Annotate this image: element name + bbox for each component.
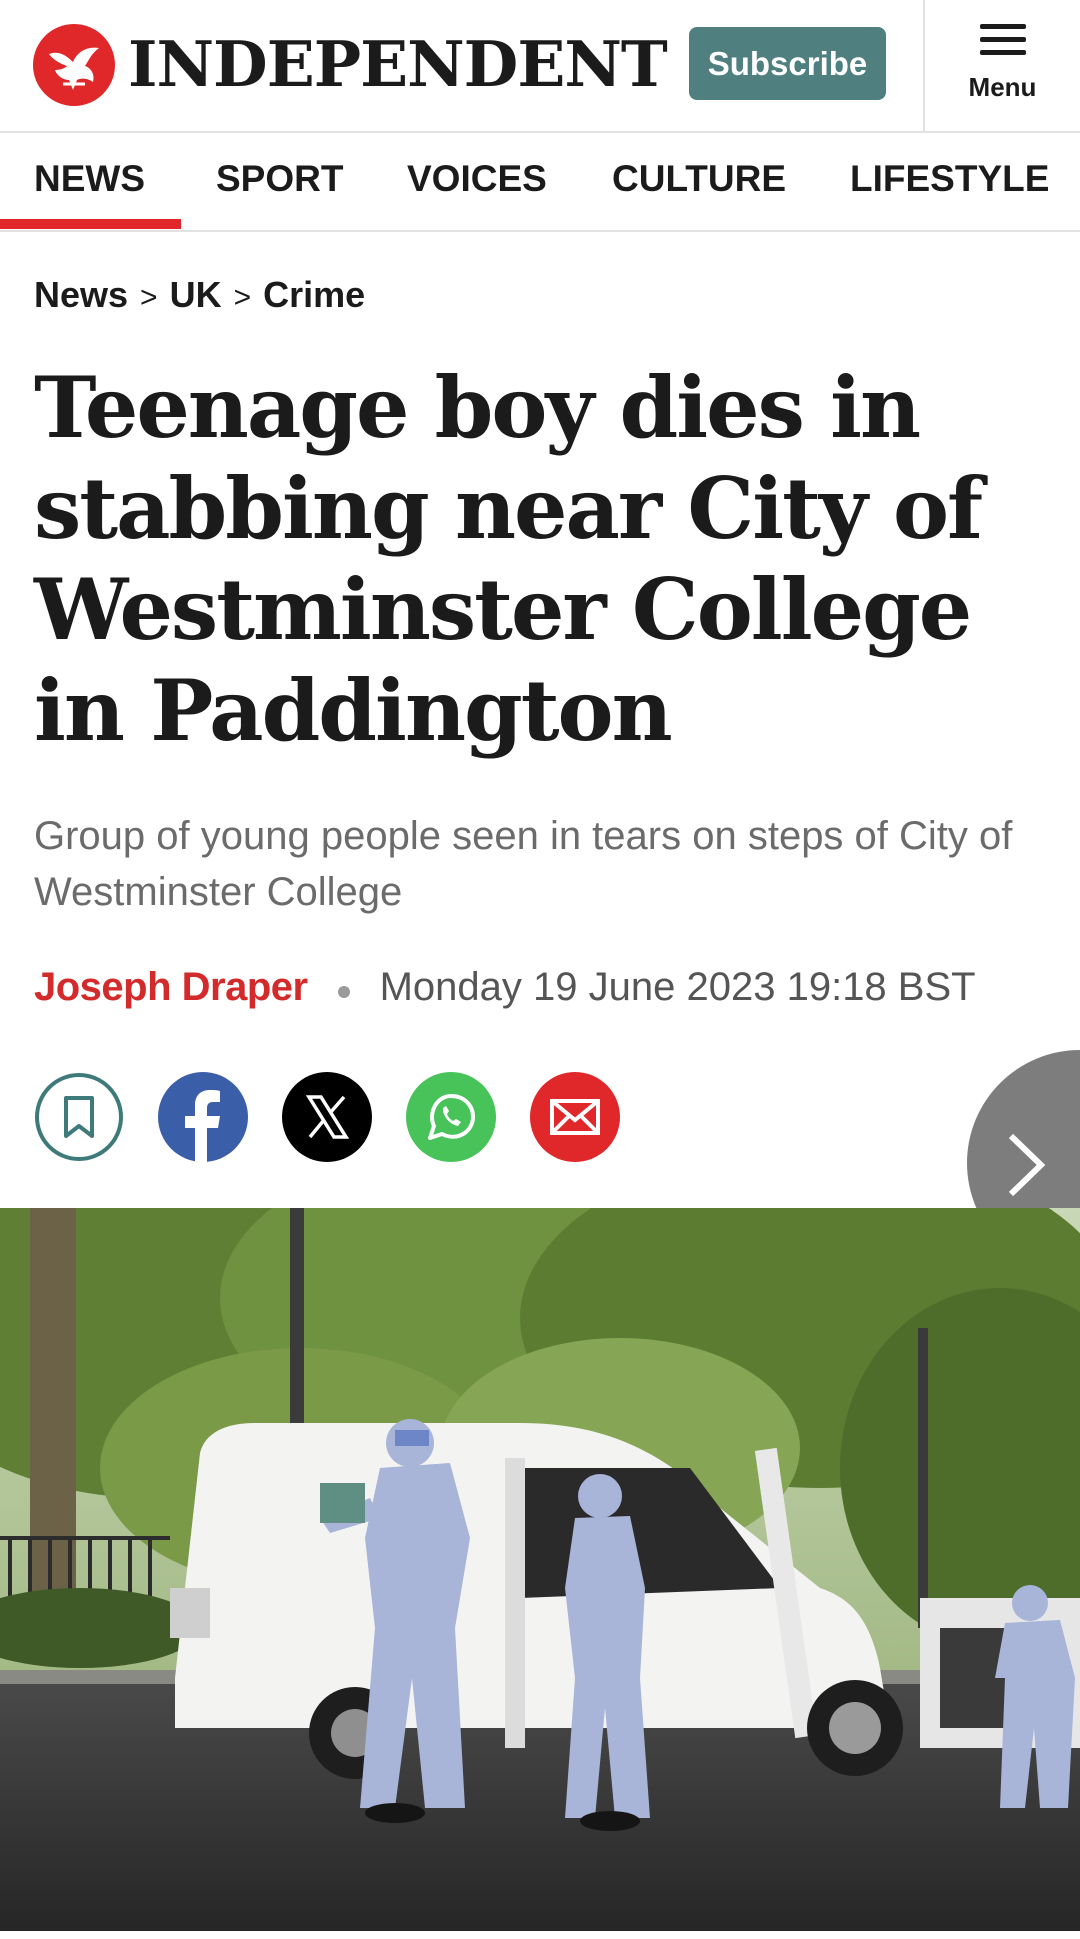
bookmark-icon bbox=[35, 1073, 123, 1161]
masthead: INDEPENDENT Subscribe Menu bbox=[0, 0, 1080, 133]
hero-photo bbox=[0, 1208, 1080, 1931]
email-icon bbox=[530, 1072, 620, 1162]
subscribe-button[interactable]: Subscribe bbox=[689, 27, 886, 100]
x-share-button[interactable] bbox=[282, 1072, 372, 1162]
menu-label: Menu bbox=[968, 72, 1037, 102]
nav-item-voices[interactable]: VOICES bbox=[407, 135, 547, 230]
whatsapp-share-button[interactable] bbox=[406, 1072, 496, 1162]
share-bar bbox=[34, 1072, 734, 1164]
nav-item-culture[interactable]: CULTURE bbox=[612, 135, 786, 230]
forensic-scene-image bbox=[0, 1208, 1080, 1931]
x-icon bbox=[282, 1072, 372, 1162]
nav-item-news[interactable]: NEWS bbox=[34, 135, 145, 230]
breadcrumb-news[interactable]: News bbox=[34, 274, 128, 315]
chevron-right-icon bbox=[1008, 1133, 1046, 1197]
email-share-button[interactable] bbox=[530, 1072, 620, 1162]
nav-item-sport[interactable]: SPORT bbox=[216, 135, 343, 230]
breadcrumb-separator: > bbox=[233, 281, 252, 314]
nav-active-indicator bbox=[0, 219, 181, 229]
section-nav: NEWS SPORT VOICES CULTURE LIFESTYLE bbox=[0, 135, 1080, 232]
menu-button[interactable]: Menu bbox=[925, 0, 1080, 133]
byline: Joseph Draper Monday 19 June 2023 19:18 B… bbox=[34, 965, 1074, 1025]
nav-item-lifestyle[interactable]: LIFESTYLE bbox=[850, 135, 1049, 230]
byline-dot bbox=[337, 985, 350, 998]
eagle-logo-icon[interactable] bbox=[33, 24, 115, 106]
bookmark-button[interactable] bbox=[34, 1072, 124, 1162]
brand-wordmark[interactable]: INDEPENDENT bbox=[128, 28, 668, 100]
breadcrumb: News > UK > Crime bbox=[34, 274, 365, 316]
facebook-icon bbox=[158, 1072, 248, 1162]
article-headline: Teenage boy dies in stabbing near City o… bbox=[34, 358, 983, 760]
article-page: INDEPENDENT Subscribe Menu NEWS SPORT VO… bbox=[0, 0, 1080, 1939]
facebook-share-button[interactable] bbox=[158, 1072, 248, 1162]
article-standfirst: Group of young people seen in tears on s… bbox=[34, 814, 1013, 914]
publish-date: Monday 19 June 2023 19:18 BST bbox=[379, 965, 976, 1009]
breadcrumb-separator: > bbox=[140, 281, 158, 314]
breadcrumb-uk[interactable]: UK bbox=[170, 274, 222, 315]
author-link[interactable]: Joseph Draper bbox=[34, 965, 308, 1009]
hamburger-icon bbox=[980, 24, 1026, 56]
breadcrumb-crime[interactable]: Crime bbox=[263, 274, 365, 315]
whatsapp-icon bbox=[406, 1072, 496, 1162]
